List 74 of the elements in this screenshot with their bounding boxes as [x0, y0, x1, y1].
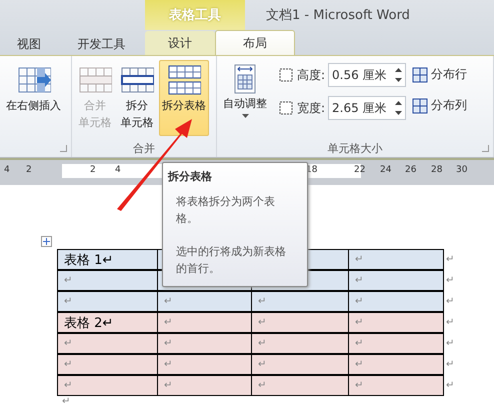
spinner-arrows-icon — [395, 100, 402, 116]
field-label: 宽度: — [297, 100, 326, 116]
group-label: 单元格大小 — [326, 140, 384, 156]
ruler-number: 26 — [405, 165, 416, 175]
dropdown-button[interactable]: 自动调整 — [220, 60, 270, 136]
group-label: 合并 — [132, 140, 156, 156]
paragraph-mark: ↵ — [164, 359, 172, 370]
ruler-number: 24 — [380, 165, 392, 175]
paragraph-mark: ↵ — [355, 359, 364, 370]
spinner-arrows-icon — [395, 67, 402, 83]
spinner-field[interactable]: 2.65 厘米 — [328, 96, 406, 120]
ribbon-button[interactable]: 拆分表格 — [159, 60, 209, 136]
ruler-number: 28 — [431, 165, 442, 175]
row-end-mark: ↵ — [445, 274, 456, 288]
ruler-number: 22 — [354, 165, 366, 175]
paragraph-mark: ↵ — [355, 380, 364, 391]
dialog-launcher-icon[interactable] — [482, 145, 489, 152]
paragraph-mark: ↵ — [64, 380, 72, 391]
ribbon-button[interactable]: 拆分 单元格 — [117, 60, 157, 136]
paragraph-mark: ↵ — [355, 254, 364, 265]
ribbon-tab[interactable]: 设计 — [145, 31, 215, 55]
field-label: 高度: — [297, 66, 326, 84]
paragraph-mark: ↵ — [164, 296, 172, 307]
paragraph-mark: ↵ — [64, 359, 72, 370]
paragraph-mark: ↵ — [164, 380, 172, 391]
distribute-rows-icon — [412, 66, 428, 82]
row-end-mark: ↵ — [445, 253, 456, 267]
paragraph-mark: ↵ — [64, 275, 72, 286]
contextual-tab-header: 表格工具 — [145, 0, 245, 30]
autofit-table-icon — [232, 64, 258, 94]
ruler-number: 30 — [456, 165, 468, 175]
paragraph-mark: ↵ — [258, 317, 266, 328]
tooltip-title: 拆分表格 — [168, 169, 213, 184]
cell-text: 表格 2↵ — [64, 314, 114, 332]
paragraph-mark: ↵ — [355, 275, 364, 286]
row-height-icon — [278, 67, 294, 83]
table-move-handle-icon[interactable] — [41, 236, 52, 247]
caret-icon — [242, 114, 248, 118]
ribbon-button[interactable]: 在右侧插入 — [3, 60, 64, 136]
paragraph-mark: ↵ — [64, 296, 72, 307]
row-end-mark: ↵ — [445, 316, 456, 330]
distribute-columns-icon — [412, 98, 428, 114]
ruler-number: 2 — [90, 165, 96, 175]
window-title: 文档1 - Microsoft Word — [266, 7, 410, 24]
paragraph-mark: ↵ — [258, 296, 266, 307]
row-end-mark: ↵ — [445, 379, 456, 393]
paragraph-mark: ↵ — [164, 338, 172, 349]
ruler-number: 4 — [4, 165, 10, 175]
ruler-number: 2 — [26, 165, 32, 175]
ribbon-button[interactable]: 分布行 — [412, 66, 468, 83]
paragraph-mark: ↵ — [355, 338, 364, 349]
split-table-icon — [167, 64, 201, 96]
paragraph-mark: ↵ — [258, 380, 266, 391]
paragraph-mark: ↵ — [258, 359, 266, 370]
ribbon-tab[interactable]: 布局 — [215, 30, 295, 55]
paragraph-mark: ↵ — [355, 296, 364, 307]
dialog-launcher-icon[interactable] — [60, 145, 67, 152]
ribbon-button[interactable]: 分布列 — [412, 97, 468, 114]
ruler-number: 4 — [115, 165, 121, 175]
row-end-mark: ↵ — [445, 337, 456, 351]
paragraph-mark: ↵ — [61, 396, 72, 407]
paragraph-mark: ↵ — [64, 338, 72, 349]
paragraph-mark: ↵ — [164, 317, 172, 328]
row-end-mark: ↵ — [445, 295, 456, 309]
row-end-mark: ↵ — [445, 358, 456, 372]
cell-text: 表格 1↵ — [64, 252, 114, 268]
paragraph-mark: ↵ — [355, 317, 364, 328]
column-width-icon — [278, 100, 294, 116]
ribbon-tab[interactable]: 开发工具 — [58, 33, 145, 55]
tooltip-text: 将表格拆分为两个表格。 — [176, 194, 276, 227]
paragraph-mark: ↵ — [258, 338, 266, 349]
tooltip-text: 选中的行将成为新表格的首行。 — [176, 244, 287, 277]
spinner-field[interactable]: 0.56 厘米 — [328, 63, 406, 87]
ribbon-tab[interactable]: 视图 — [0, 33, 58, 55]
